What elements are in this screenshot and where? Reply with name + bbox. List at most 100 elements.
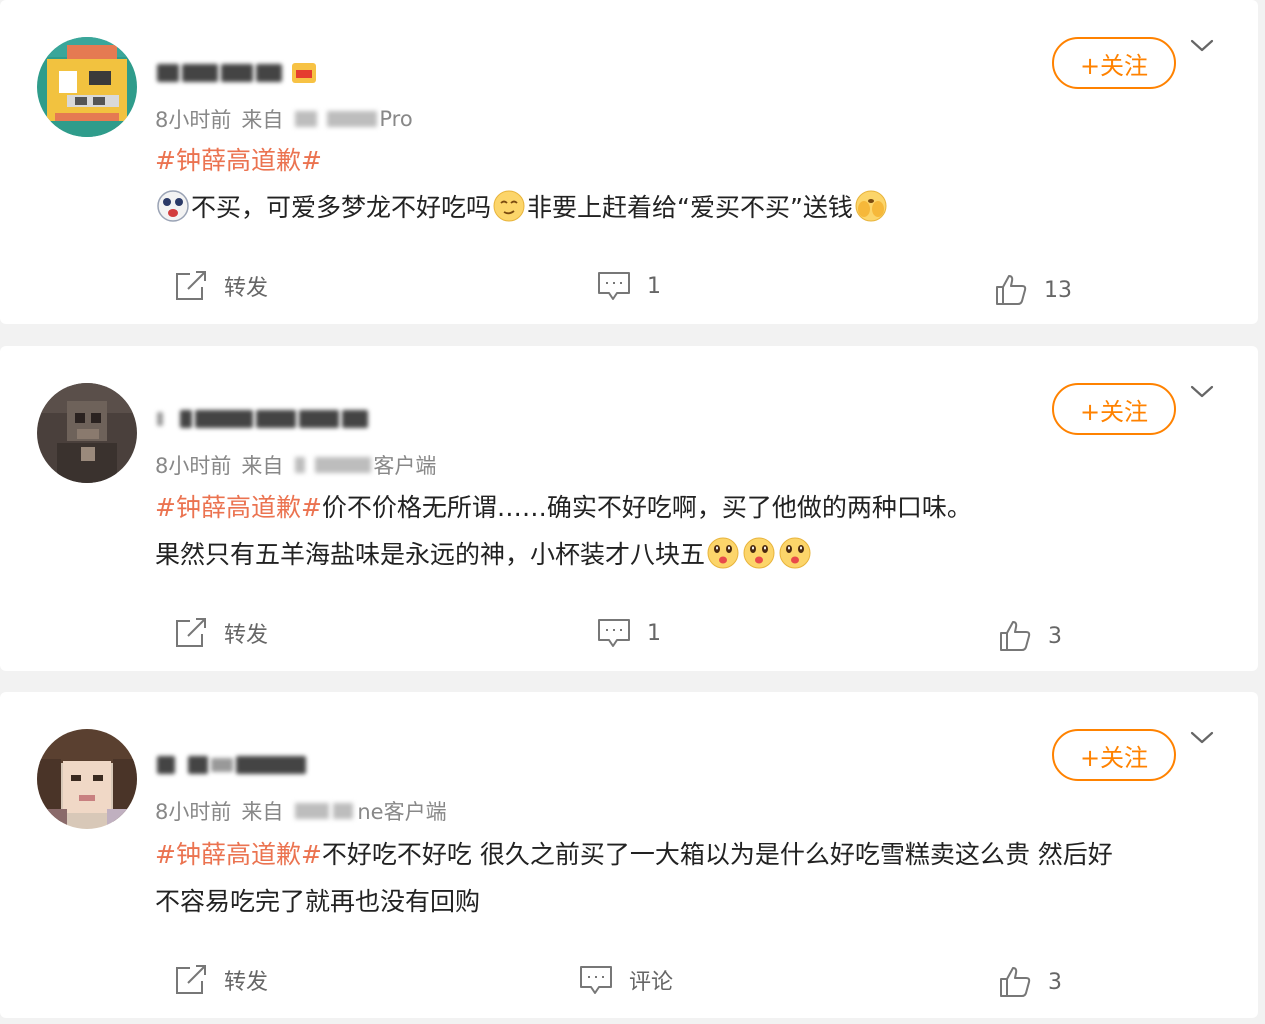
post-text: 果然只有五羊海盐味是永远的神，小杯装才八块五 (155, 540, 706, 569)
yummy-face-icon (779, 537, 811, 569)
source-prefix: 来自 (241, 108, 284, 132)
comment-button[interactable]: 评论 (579, 960, 673, 1000)
hashtag-link[interactable]: #钟薛高道歉# (155, 840, 322, 869)
pixelated-avatar-image (37, 383, 137, 483)
like-button[interactable]: 13 (994, 270, 1072, 310)
username[interactable] (157, 55, 320, 91)
post-time: 8小时前 (155, 800, 232, 824)
yummy-face-icon (707, 537, 739, 569)
blurred-name-segment (157, 756, 175, 774)
like-count: 3 (1048, 623, 1062, 649)
blurred-name-segment (157, 412, 163, 426)
repost-button[interactable]: 转发 (174, 960, 268, 1000)
blurred-name-segment (299, 410, 339, 428)
comment-count: 1 (647, 273, 661, 299)
blurred-name-segment (180, 410, 192, 428)
blurred-name-segment (211, 758, 233, 772)
facepalm-face-icon (855, 190, 887, 222)
avatar[interactable] (37, 37, 137, 137)
avatar[interactable] (37, 383, 137, 483)
comment-icon (598, 272, 630, 300)
badge-icon (291, 60, 317, 86)
post-content: #钟薛高道歉# 不买，可爱多梦龙不好吃吗 非要上赶着给“爱买不买”送钱 (155, 137, 1230, 231)
post-card: 8小时前 来自 ne客户端 +关注 #钟薛高道歉#不好吃不好吃 很久之前买了一大… (0, 692, 1258, 1018)
username[interactable] (157, 401, 371, 437)
follow-button[interactable]: +关注 (1052, 729, 1176, 781)
blurred-source (295, 111, 318, 127)
post-text: 不好吃不好吃 很久之前买了一大箱以为是什么好吃雪糕卖这么贵 然后好 (321, 840, 1113, 869)
chevron-down-icon[interactable] (1188, 378, 1216, 406)
post-text: 不买，可爱多梦龙不好吃吗 (191, 193, 492, 222)
chevron-down-icon[interactable] (1188, 32, 1216, 60)
post-actions: 转发 评论 3 (0, 960, 1258, 1000)
comment-button[interactable]: 1 (597, 266, 661, 306)
source-text: 客户端 (373, 454, 437, 478)
comment-label: 评论 (629, 970, 674, 995)
hashtag-link[interactable]: #钟薛高道歉# (155, 146, 322, 175)
like-button[interactable]: 3 (998, 616, 1062, 656)
follow-button[interactable]: +关注 (1052, 37, 1176, 89)
post-meta: 8小时前 来自 客户端 (155, 450, 436, 480)
repost-button[interactable]: 转发 (174, 266, 268, 306)
hashtag-link[interactable]: #钟薛高道歉# (155, 493, 322, 522)
thumbs-up-icon (996, 275, 1027, 305)
username[interactable] (157, 747, 309, 783)
thumbs-up-icon (1000, 621, 1031, 651)
blurred-name-segment (188, 756, 208, 774)
repost-label: 转发 (224, 970, 269, 995)
post-content: #钟薛高道歉#不好吃不好吃 很久之前买了一大箱以为是什么好吃雪糕卖这么贵 然后好… (155, 831, 1230, 925)
blurred-name-segment (236, 756, 306, 774)
post-text: 价不价格无所谓……确实不好吃啊，买了他做的两种口味。 (321, 493, 972, 522)
post-actions: 转发 1 3 (0, 613, 1258, 653)
repost-icon (176, 965, 206, 994)
comment-feed: 8小时前 来自 Pro +关注 #钟薛高道歉# 不买，可爱多梦龙不好吃吗 非要上… (0, 0, 1265, 1024)
like-button[interactable]: 3 (998, 962, 1062, 1002)
blurred-name-segment (256, 410, 296, 428)
post-meta: 8小时前 来自 ne客户端 (155, 796, 447, 826)
repost-label: 转发 (224, 276, 269, 301)
comment-icon (598, 619, 630, 647)
like-count: 13 (1044, 277, 1072, 303)
like-count: 3 (1048, 969, 1062, 995)
blurred-name-segment (256, 64, 282, 82)
comment-button[interactable]: 1 (597, 613, 661, 653)
repost-button[interactable]: 转发 (174, 613, 268, 653)
post-text: 非要上赶着给“爱买不买”送钱 (527, 193, 853, 222)
blurred-source (315, 457, 372, 473)
blurred-name-segment (342, 410, 368, 428)
post-card: 8小时前 来自 客户端 +关注 #钟薛高道歉#价不价格无所谓……确实不好吃啊，买… (0, 346, 1258, 671)
avatar[interactable] (37, 729, 137, 829)
source-text: Pro (379, 107, 413, 131)
comment-count: 1 (647, 620, 661, 646)
repost-icon (176, 618, 206, 647)
blurred-source (333, 803, 354, 819)
post-content: #钟薛高道歉#价不价格无所谓……确实不好吃啊，买了他做的两种口味。 果然只有五羊… (155, 484, 1230, 578)
post-card: 8小时前 来自 Pro +关注 #钟薛高道歉# 不买，可爱多梦龙不好吃吗 非要上… (0, 0, 1258, 324)
crazy-face-icon (157, 190, 189, 222)
post-actions: 转发 1 13 (0, 266, 1258, 306)
blurred-name-segment (221, 64, 253, 82)
follow-button[interactable]: +关注 (1052, 383, 1176, 435)
blurred-name-segment (182, 64, 218, 82)
source-prefix: 来自 (241, 800, 284, 824)
pixelated-avatar-image (37, 729, 137, 829)
blurred-source (327, 111, 378, 127)
thumbs-up-icon (1000, 967, 1031, 997)
post-time: 8小时前 (155, 454, 232, 478)
blurred-name-segment (157, 64, 179, 82)
yummy-face-icon (743, 537, 775, 569)
blurred-source (295, 803, 330, 819)
repost-label: 转发 (224, 623, 269, 648)
post-time: 8小时前 (155, 108, 232, 132)
blurred-source (295, 457, 306, 473)
smirk-face-icon (493, 190, 525, 222)
source-prefix: 来自 (241, 454, 284, 478)
post-meta: 8小时前 来自 Pro (155, 104, 413, 134)
pixelated-avatar-image (37, 37, 137, 137)
source-text: ne客户端 (357, 800, 447, 824)
repost-icon (176, 271, 206, 300)
comment-icon (580, 966, 612, 994)
post-text: 不容易吃完了就再也没有回购 (155, 887, 481, 916)
chevron-down-icon[interactable] (1188, 724, 1216, 752)
blurred-name-segment (195, 410, 253, 428)
